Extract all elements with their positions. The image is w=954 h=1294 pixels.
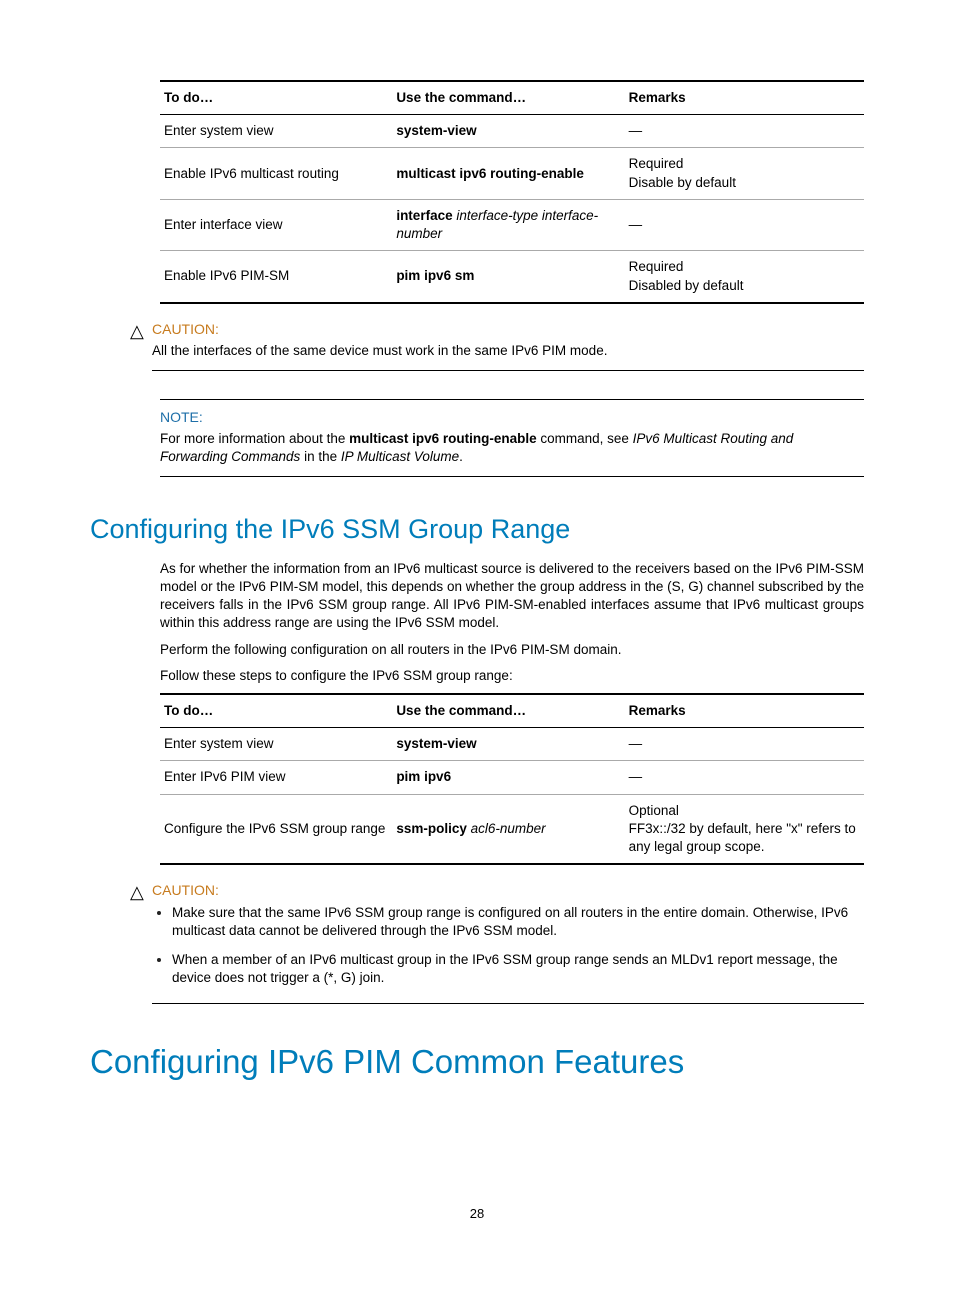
cell-remarks: — — [625, 199, 864, 250]
table-pim-sm-enable: To do… Use the command… Remarks Enter sy… — [160, 80, 864, 304]
page-number: 28 — [90, 1205, 864, 1223]
table-row: Enter system view system-view — — [160, 728, 864, 761]
th-cmd: Use the command… — [392, 81, 624, 115]
cell-remarks: Required Disabled by default — [625, 251, 864, 303]
cell-cmd: system-view — [392, 728, 624, 761]
table-row: Enter IPv6 PIM view pim ipv6 — — [160, 761, 864, 794]
th-todo: To do… — [160, 81, 392, 115]
cell-remarks: Optional FF3x::/32 by default, here "x" … — [625, 794, 864, 864]
caution-item: Make sure that the same IPv6 SSM group r… — [172, 904, 864, 940]
cell-remarks: — — [625, 115, 864, 148]
th-remarks: Remarks — [625, 694, 864, 728]
caution-text: All the interfaces of the same device mu… — [152, 342, 864, 360]
cell-cmd: multicast ipv6 routing-enable — [392, 148, 624, 199]
warning-icon: △ — [130, 881, 152, 901]
cell-todo: Enter system view — [160, 115, 392, 148]
table-row: Enable IPv6 PIM-SM pim ipv6 sm Required … — [160, 251, 864, 303]
warning-icon: △ — [130, 320, 152, 340]
th-remarks: Remarks — [625, 81, 864, 115]
cell-cmd: ssm-policy acl6-number — [392, 794, 624, 864]
th-todo: To do… — [160, 694, 392, 728]
table-row: Enable IPv6 multicast routing multicast … — [160, 148, 864, 199]
caution-title: CAUTION: — [152, 320, 864, 339]
cell-remarks: — — [625, 761, 864, 794]
th-cmd: Use the command… — [392, 694, 624, 728]
cell-cmd: interface interface-type interface-numbe… — [392, 199, 624, 250]
cell-todo: Enable IPv6 PIM-SM — [160, 251, 392, 303]
cell-todo: Configure the IPv6 SSM group range — [160, 794, 392, 864]
caution-title: CAUTION: — [152, 881, 864, 900]
section-heading-ssm-range: Configuring the IPv6 SSM Group Range — [90, 511, 864, 547]
table-row: Enter interface view interface interface… — [160, 199, 864, 250]
body-text: Perform the following configuration on a… — [160, 641, 864, 659]
cell-remarks: Required Disable by default — [625, 148, 864, 199]
cell-cmd: pim ipv6 sm — [392, 251, 624, 303]
caution-callout: △ CAUTION: All the interfaces of the sam… — [130, 320, 864, 371]
caution-item: When a member of an IPv6 multicast group… — [172, 951, 864, 987]
caution-callout: △ CAUTION: Make sure that the same IPv6 … — [130, 881, 864, 1004]
chapter-heading-common-features: Configuring IPv6 PIM Common Features — [90, 1040, 864, 1085]
note-callout: NOTE: For more information about the mul… — [160, 399, 864, 477]
cell-todo: Enable IPv6 multicast routing — [160, 148, 392, 199]
caution-list: Make sure that the same IPv6 SSM group r… — [152, 904, 864, 987]
cell-cmd: pim ipv6 — [392, 761, 624, 794]
cell-todo: Enter IPv6 PIM view — [160, 761, 392, 794]
table-row: Enter system view system-view — — [160, 115, 864, 148]
note-text: For more information about the multicast… — [160, 430, 864, 466]
table-row: Configure the IPv6 SSM group range ssm-p… — [160, 794, 864, 864]
note-title: NOTE: — [160, 408, 864, 427]
body-text: As for whether the information from an I… — [160, 560, 864, 633]
cell-cmd: system-view — [392, 115, 624, 148]
cell-todo: Enter interface view — [160, 199, 392, 250]
body-text: Follow these steps to configure the IPv6… — [160, 667, 864, 685]
cell-todo: Enter system view — [160, 728, 392, 761]
table-ssm-range: To do… Use the command… Remarks Enter sy… — [160, 693, 864, 865]
cell-remarks: — — [625, 728, 864, 761]
